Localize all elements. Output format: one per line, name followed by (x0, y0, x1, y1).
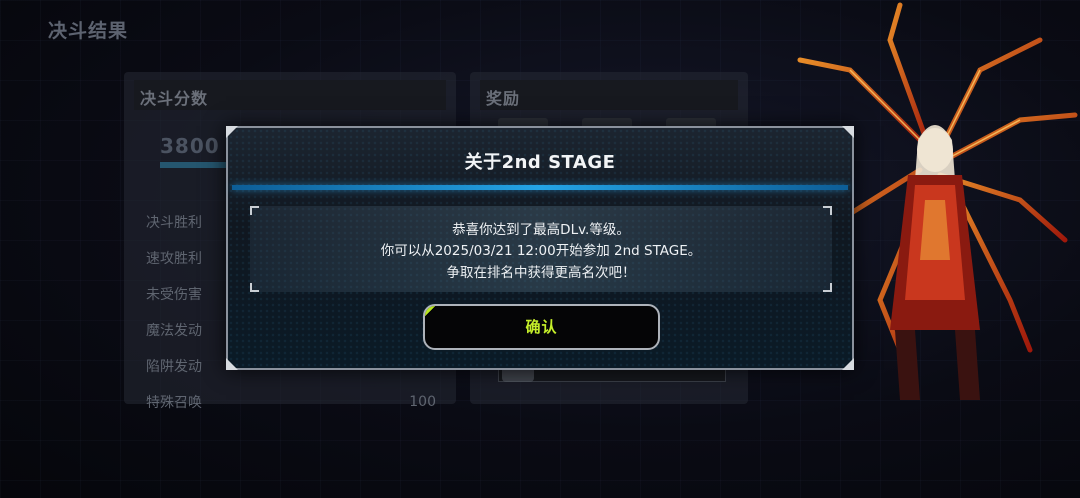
message-bracket (823, 283, 832, 292)
score-row-label: 速攻胜利 (146, 251, 202, 267)
dialog-message-box: 恭喜你达到了最高DLv.等级。 你可以从2025/03/21 12:00开始参加… (250, 206, 832, 292)
message-bracket (250, 283, 259, 292)
confirm-button-label: 确认 (525, 318, 558, 336)
score-row-label: 魔法发动 (146, 323, 202, 339)
score-row-value: 100 (409, 394, 436, 410)
page-title: 决斗结果 (48, 20, 129, 42)
message-bracket (250, 206, 259, 215)
dialog-message-line: 争取在排名中获得更高名次吧！ (446, 265, 636, 281)
duel-score-value: 3800 (160, 134, 220, 158)
score-row-label: 特殊召唤 (146, 395, 202, 411)
reward-header: 奖励 (480, 80, 738, 110)
dialog-corner (226, 358, 238, 370)
confirm-button[interactable]: 确认 (423, 304, 660, 350)
dialog-message-line: 恭喜你达到了最高DLv.等级。 (452, 222, 630, 238)
stage-dialog: 关于2nd STAGE 恭喜你达到了最高DLv.等级。 你可以从2025/03/… (226, 126, 854, 370)
score-row-label: 陷阱发动 (146, 359, 202, 375)
score-row-label: 决斗胜利 (146, 215, 202, 231)
message-bracket (823, 206, 832, 215)
duel-score-header: 决斗分数 (134, 80, 446, 110)
dialog-corner (842, 358, 854, 370)
dialog-corner (842, 126, 854, 138)
dialog-message-line: 你可以从2025/03/21 12:00开始参加 2nd STAGE。 (380, 243, 702, 259)
dialog-corner (226, 126, 238, 138)
dialog-title-divider (232, 185, 848, 190)
score-row-label: 未受伤害 (146, 287, 202, 303)
score-row: 特殊召唤 100 (146, 384, 436, 420)
button-accent (425, 306, 437, 318)
dialog-title: 关于2nd STAGE (464, 152, 616, 173)
